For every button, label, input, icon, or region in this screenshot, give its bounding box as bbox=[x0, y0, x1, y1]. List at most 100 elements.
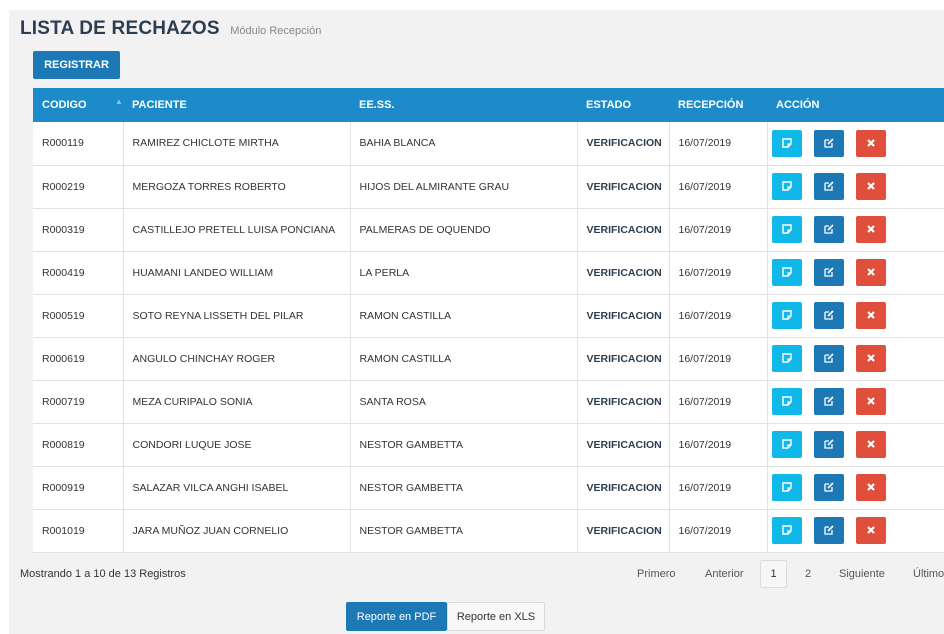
view-button[interactable] bbox=[771, 259, 802, 286]
view-button[interactable] bbox=[771, 302, 802, 329]
column-header-recepcion[interactable]: RECEPCIÓN bbox=[669, 88, 767, 122]
view-button[interactable] bbox=[771, 431, 802, 458]
edit-button[interactable] bbox=[813, 216, 844, 243]
cell-accion bbox=[767, 165, 944, 209]
table-row[interactable]: R000119 RAMIREZ CHICLOTE MIRTHA BAHIA BLAN… bbox=[33, 122, 944, 166]
cell-accion bbox=[767, 509, 944, 553]
pagination-first[interactable]: Primero bbox=[637, 560, 676, 588]
cell-codigo: R001019 bbox=[33, 509, 124, 553]
cell-accion bbox=[767, 380, 944, 424]
register-button[interactable]: REGISTRAR bbox=[33, 51, 120, 79]
edit-button[interactable] bbox=[813, 431, 844, 458]
table-row[interactable]: R000619 ANGULO CHINCHAY ROGER RAMON CASTIL… bbox=[33, 337, 944, 381]
table-row[interactable]: R001019 JARA MUÑOZ JUAN CORNELIO NESTOR GA… bbox=[33, 509, 944, 553]
table-row[interactable]: R000719 MEZA CURIPALO SONIA SANTA ROSA VERI… bbox=[33, 380, 944, 424]
delete-button[interactable] bbox=[855, 474, 886, 501]
cell-paciente: ANGULO CHINCHAY ROGER bbox=[123, 337, 351, 381]
view-button[interactable] bbox=[771, 129, 802, 157]
cell-eess: RAMON CASTILLA bbox=[350, 337, 578, 381]
cell-recepcion: 16/07/2019 bbox=[669, 337, 768, 381]
cell-paciente: CASTILLEJO PRETELL LUISA PONCIANA bbox=[123, 208, 351, 252]
cell-paciente: SALAZAR VILCA ANGHI ISABEL bbox=[123, 466, 351, 510]
column-header-codigo[interactable]: CODIGO ▲ bbox=[33, 88, 123, 122]
delete-button[interactable] bbox=[855, 259, 886, 286]
column-header-eess[interactable]: EE.SS. bbox=[350, 88, 577, 122]
rejections-table-container: CODIGO ▲ PACIENTE EE.SS. ESTADO RECEPCIÓ… bbox=[33, 88, 944, 553]
pagination-page-2[interactable]: 2 bbox=[805, 560, 811, 588]
cell-paciente: RAMIREZ CHICLOTE MIRTHA bbox=[123, 122, 351, 166]
column-header-paciente[interactable]: PACIENTE bbox=[123, 88, 350, 122]
delete-button[interactable] bbox=[855, 388, 886, 415]
pagination-page-1[interactable]: 1 bbox=[760, 560, 787, 588]
delete-button[interactable] bbox=[855, 517, 886, 544]
report-pdf-button[interactable]: Reporte en PDF bbox=[346, 602, 447, 631]
cell-estado: VERIFICACION bbox=[577, 165, 670, 209]
cell-eess: NESTOR GAMBETTA bbox=[350, 466, 578, 510]
cell-codigo: R000319 bbox=[33, 208, 124, 252]
edit-button[interactable] bbox=[813, 388, 844, 415]
delete-button[interactable] bbox=[855, 345, 886, 372]
edit-button[interactable] bbox=[813, 129, 844, 157]
cell-accion bbox=[767, 251, 944, 295]
view-button[interactable] bbox=[771, 517, 802, 544]
page-subtitle: Módulo Recepción bbox=[230, 25, 322, 37]
edit-button[interactable] bbox=[813, 345, 844, 372]
table-row[interactable]: R000419 HUAMANI LANDEO WILLIAM LA PERLA VER… bbox=[33, 251, 944, 295]
cell-codigo: R000719 bbox=[33, 380, 124, 424]
cell-accion bbox=[767, 122, 944, 166]
table-row[interactable]: R000819 CONDORI LUQUE JOSE NESTOR GAMBETTA… bbox=[33, 423, 944, 467]
delete-button[interactable] bbox=[855, 431, 886, 458]
pagination-prev[interactable]: Anterior bbox=[705, 560, 744, 588]
cell-paciente: CONDORI LUQUE JOSE bbox=[123, 423, 351, 467]
table-body: R000119 RAMIREZ CHICLOTE MIRTHA BAHIA BLAN… bbox=[33, 122, 944, 553]
table-row[interactable]: R000319 CASTILLEJO PRETELL LUISA PONCIANA… bbox=[33, 208, 944, 252]
report-xls-button[interactable]: Reporte en XLS bbox=[447, 602, 545, 631]
pagination-next[interactable]: Siguiente bbox=[839, 560, 885, 588]
cell-eess: NESTOR GAMBETTA bbox=[350, 423, 578, 467]
edit-button[interactable] bbox=[813, 259, 844, 286]
view-button[interactable] bbox=[771, 388, 802, 415]
table-row[interactable]: R000519 SOTO REYNA LISSETH DEL PILAR RAMON… bbox=[33, 294, 944, 338]
cell-codigo: R000419 bbox=[33, 251, 124, 295]
delete-button[interactable] bbox=[855, 216, 886, 243]
edit-button[interactable] bbox=[813, 173, 844, 200]
view-button[interactable] bbox=[771, 474, 802, 501]
cell-eess: PALMERAS DE OQUENDO bbox=[350, 208, 578, 252]
delete-button[interactable] bbox=[855, 129, 886, 157]
cell-paciente: SOTO REYNA LISSETH DEL PILAR bbox=[123, 294, 351, 338]
cell-paciente: MEZA CURIPALO SONIA bbox=[123, 380, 351, 424]
delete-button[interactable] bbox=[855, 173, 886, 200]
cell-recepcion: 16/07/2019 bbox=[669, 208, 768, 252]
table-header-row: CODIGO ▲ PACIENTE EE.SS. ESTADO RECEPCIÓ… bbox=[33, 88, 944, 122]
edit-button[interactable] bbox=[813, 517, 844, 544]
pagination-last[interactable]: Último bbox=[913, 560, 944, 588]
cell-accion bbox=[767, 208, 944, 252]
cell-codigo: R000219 bbox=[33, 165, 124, 209]
view-button[interactable] bbox=[771, 345, 802, 372]
page-header: LISTA DE RECHAZOS Módulo Recepción bbox=[20, 18, 321, 40]
column-header-accion: ACCIÓN bbox=[776, 99, 820, 111]
edit-button[interactable] bbox=[813, 302, 844, 329]
cell-eess: NESTOR GAMBETTA bbox=[350, 509, 578, 553]
cell-estado: VERIFICACION bbox=[577, 294, 670, 338]
table-row[interactable]: R000219 MERGOZA TORRES ROBERTO HIJOS DEL A… bbox=[33, 165, 944, 209]
cell-estado: VERIFICACION bbox=[577, 466, 670, 510]
pagination: Primero Anterior 1 2 Siguiente Último bbox=[0, 560, 944, 588]
edit-button[interactable] bbox=[813, 474, 844, 501]
view-button[interactable] bbox=[771, 173, 802, 200]
column-header-estado[interactable]: ESTADO bbox=[577, 88, 669, 122]
cell-recepcion: 16/07/2019 bbox=[669, 165, 768, 209]
delete-button[interactable] bbox=[855, 302, 886, 329]
cell-estado: VERIFICACION bbox=[577, 208, 670, 252]
view-button[interactable] bbox=[771, 216, 802, 243]
cell-recepcion: 16/07/2019 bbox=[669, 423, 768, 467]
sort-asc-icon: ▲ bbox=[115, 97, 123, 106]
cell-eess: HIJOS DEL ALMIRANTE GRAU bbox=[350, 165, 578, 209]
cell-codigo: R000919 bbox=[33, 466, 124, 510]
cell-codigo: R000819 bbox=[33, 423, 124, 467]
table-row[interactable]: R000919 SALAZAR VILCA ANGHI ISABEL NESTOR … bbox=[33, 466, 944, 510]
page-title: LISTA DE RECHAZOS bbox=[20, 18, 220, 39]
cell-accion bbox=[767, 466, 944, 510]
cell-paciente: HUAMANI LANDEO WILLIAM bbox=[123, 251, 351, 295]
cell-estado: VERIFICACION bbox=[577, 509, 670, 553]
